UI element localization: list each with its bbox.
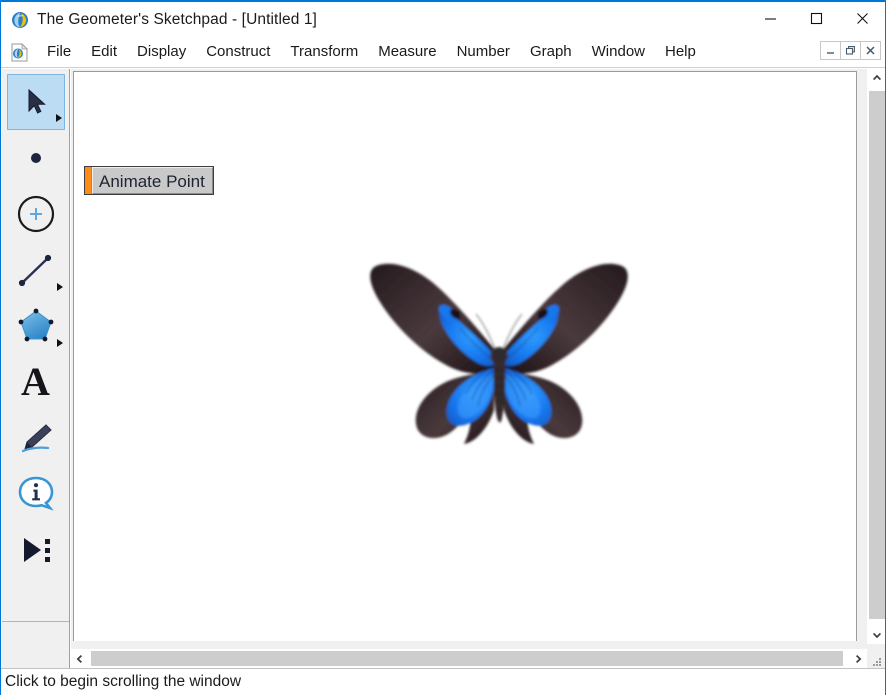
- vertical-scrollbar-track[interactable]: [868, 87, 885, 626]
- scroll-down-button[interactable]: [868, 626, 885, 644]
- menu-transform[interactable]: Transform: [280, 40, 368, 65]
- scroll-up-button[interactable]: [868, 69, 885, 87]
- blue-ulysses-butterfly-image[interactable]: [360, 252, 638, 462]
- point-tool[interactable]: [7, 130, 65, 186]
- polygon-tool[interactable]: [7, 298, 65, 354]
- vertical-scrollbar-thumb[interactable]: [869, 91, 885, 619]
- menu-measure[interactable]: Measure: [368, 40, 446, 65]
- maximize-button[interactable]: [793, 2, 839, 35]
- sketchpad-logo-icon: [11, 11, 29, 29]
- document-minimize-button[interactable]: [820, 41, 841, 60]
- resize-grip[interactable]: [871, 655, 883, 667]
- menu-display[interactable]: Display: [127, 40, 196, 65]
- vertical-scrollbar[interactable]: [867, 69, 885, 644]
- menu-bar: File Edit Display Construct Transform Me…: [1, 37, 885, 68]
- document-window-controls: [820, 41, 881, 60]
- horizontal-scrollbar[interactable]: [71, 649, 867, 668]
- canvas-edge: [856, 71, 857, 641]
- title-bar: The Geometer's Sketchpad - [Untitled 1]: [1, 2, 885, 37]
- sketchpad-document-icon[interactable]: [11, 42, 28, 62]
- horizontal-scrollbar-thumb[interactable]: [91, 651, 843, 666]
- scroll-right-button[interactable]: [849, 649, 867, 668]
- tool-palette-tools: A: [2, 69, 69, 622]
- application-window: The Geometer's Sketchpad - [Untitled 1]: [0, 0, 886, 695]
- straightedge-tool[interactable]: [7, 242, 65, 298]
- text-A-icon: A: [21, 359, 50, 404]
- close-button[interactable]: [839, 2, 885, 35]
- horizontal-scrollbar-track[interactable]: [89, 649, 849, 668]
- animate-point-label: Animate Point: [92, 167, 213, 194]
- animate-button-marker: [85, 167, 92, 194]
- menu-number[interactable]: Number: [447, 40, 520, 65]
- text-tool[interactable]: A: [7, 354, 65, 410]
- straightedge-tool-menu-icon[interactable]: [56, 283, 63, 291]
- document-close-button[interactable]: [860, 41, 881, 60]
- compass-tool[interactable]: [7, 186, 65, 242]
- status-message: Click to begin scrolling the window: [5, 673, 242, 690]
- sketch-canvas[interactable]: Animate Point: [73, 71, 856, 641]
- information-tool[interactable]: [7, 466, 65, 522]
- marker-tool[interactable]: [7, 410, 65, 466]
- custom-tool[interactable]: [7, 522, 65, 578]
- scroll-left-button[interactable]: [71, 649, 89, 668]
- menu-file[interactable]: File: [37, 40, 81, 65]
- status-bar: Click to begin scrolling the window: [1, 668, 885, 695]
- menu-window[interactable]: Window: [582, 40, 655, 65]
- minimize-button[interactable]: [747, 2, 793, 35]
- polygon-tool-menu-icon[interactable]: [56, 339, 63, 347]
- sketch-document-area: Animate Point: [71, 69, 885, 668]
- animate-point-action-button[interactable]: Animate Point: [84, 166, 214, 195]
- arrow-select-tool[interactable]: [6, 74, 65, 130]
- window-title: The Geometer's Sketchpad - [Untitled 1]: [37, 10, 317, 28]
- window-controls: [747, 2, 885, 35]
- tool-palette: A: [2, 69, 70, 668]
- menu-help[interactable]: Help: [655, 40, 706, 65]
- arrow-tool-menu-icon[interactable]: [55, 114, 62, 122]
- menu-construct[interactable]: Construct: [196, 40, 280, 65]
- menu-edit[interactable]: Edit: [81, 40, 127, 65]
- menu-graph[interactable]: Graph: [520, 40, 582, 65]
- document-restore-button[interactable]: [840, 41, 861, 60]
